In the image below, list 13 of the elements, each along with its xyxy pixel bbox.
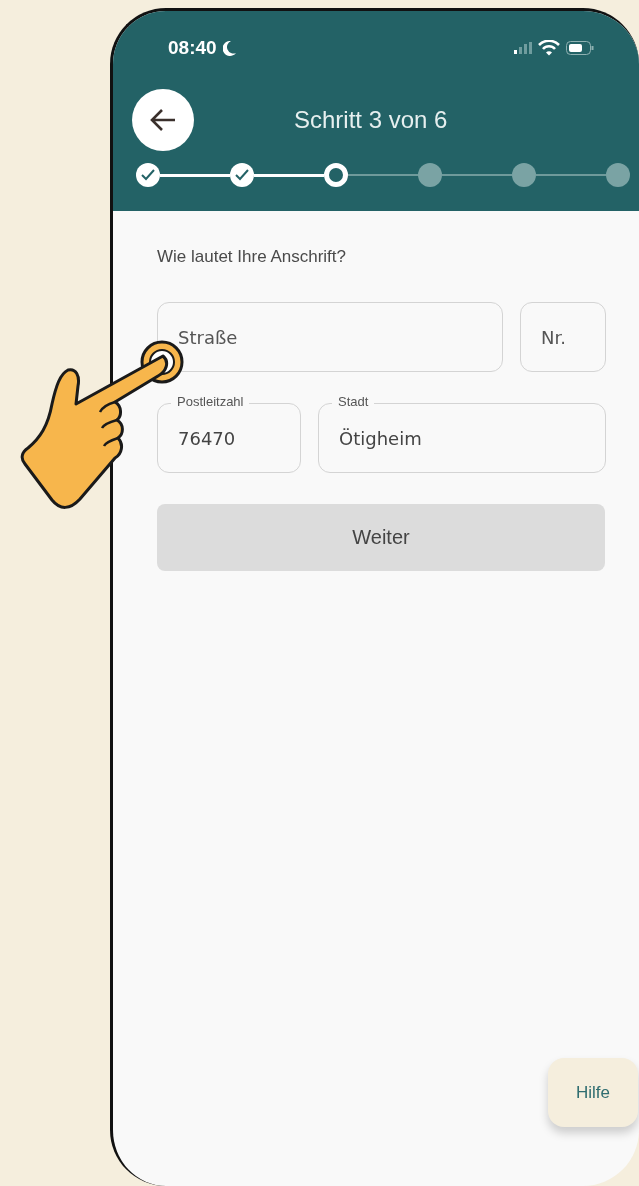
question-text: Wie lautet Ihre Anschrift? xyxy=(157,247,347,267)
back-arrow-icon xyxy=(149,108,177,132)
field-label: Postleitzahl xyxy=(171,394,250,409)
field-label: Stadt xyxy=(332,394,375,409)
step-title: Schritt 3 von 6 xyxy=(294,106,448,134)
battery-icon xyxy=(566,41,594,55)
help-button[interactable]: Hilfe xyxy=(548,1058,638,1127)
clock-time: 08:40 xyxy=(168,37,217,59)
moon-icon xyxy=(222,40,236,56)
signal-icon xyxy=(514,42,532,54)
input-field[interactable]: Straße xyxy=(157,302,503,372)
input-field[interactable]: Nr. xyxy=(520,302,606,372)
wifi-icon xyxy=(538,40,560,56)
